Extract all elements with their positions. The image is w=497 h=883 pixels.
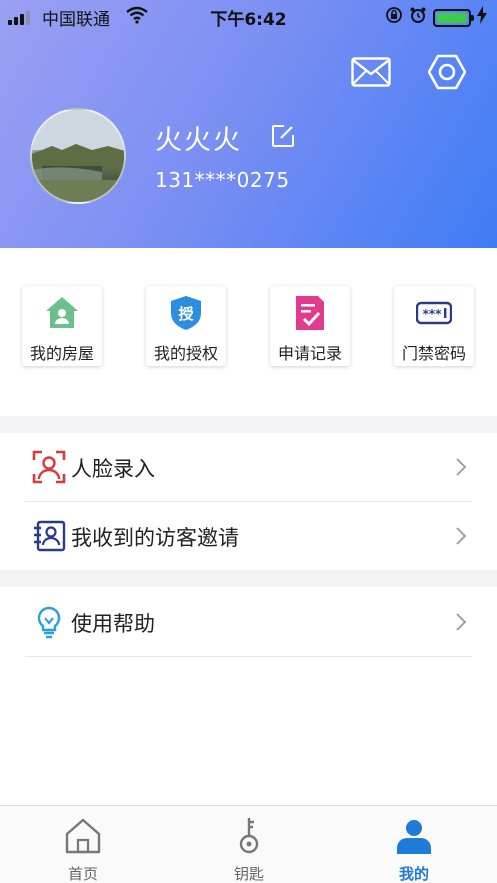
quick-action-label: 我的房屋 xyxy=(29,344,94,363)
face-scan-icon xyxy=(32,450,66,484)
settings-gear-icon[interactable] xyxy=(425,52,469,92)
quick-action-label: 我的授权 xyxy=(153,344,218,363)
visitor-invite-icon xyxy=(32,519,66,553)
alarm-icon xyxy=(409,6,427,29)
section-divider xyxy=(0,570,497,587)
svg-text:授: 授 xyxy=(178,305,194,323)
authorize-shield-icon: 授 xyxy=(168,295,204,331)
quick-action-my-authorization[interactable]: 授 我的授权 xyxy=(146,286,226,366)
avatar[interactable] xyxy=(30,108,126,204)
tab-home[interactable]: 首页 xyxy=(0,806,166,883)
quick-action-label: 门禁密码 xyxy=(401,344,466,363)
quick-action-access-password[interactable]: *** 门禁密码 xyxy=(394,286,474,366)
menu-item-label: 我收到的访客邀请 xyxy=(71,526,239,550)
chevron-right-icon xyxy=(455,526,467,546)
menu-item-help[interactable]: 使用帮助 xyxy=(0,588,497,656)
tab-label: 首页 xyxy=(67,865,98,883)
house-user-icon xyxy=(44,295,80,331)
lightbulb-help-icon xyxy=(32,605,66,639)
menu-item-visitor-invitations[interactable]: 我收到的访客邀请 xyxy=(0,502,497,570)
chevron-right-icon xyxy=(455,457,467,477)
section-divider xyxy=(0,416,497,433)
chevron-right-icon xyxy=(455,612,467,632)
charging-bolt-icon xyxy=(477,6,487,29)
home-icon xyxy=(62,816,104,856)
tab-me[interactable]: 我的 xyxy=(331,806,497,883)
quick-action-application-records[interactable]: 申请记录 xyxy=(270,286,350,366)
edit-icon[interactable] xyxy=(271,124,295,148)
message-envelope-icon[interactable] xyxy=(349,52,393,92)
battery-icon xyxy=(433,8,474,27)
user-icon xyxy=(393,816,435,856)
tab-label: 钥匙 xyxy=(233,865,264,883)
user-phone: 131****0275 xyxy=(155,168,290,192)
quick-actions: 我的房屋 授 我的授权 申请记录 *** 门禁密码 xyxy=(0,286,497,368)
divider xyxy=(25,656,472,657)
profile-header: 中国联通 下午6:42 火火火 131****0275 xyxy=(0,0,497,248)
bottom-tab-bar: 首页 钥匙 我的 xyxy=(0,805,497,883)
quick-action-my-house[interactable]: 我的房屋 xyxy=(22,286,102,366)
password-keypad-icon: *** xyxy=(415,295,453,331)
application-record-icon xyxy=(292,295,328,331)
orientation-lock-icon xyxy=(385,6,403,29)
status-bar: 中国联通 下午6:42 xyxy=(0,0,497,32)
key-icon xyxy=(228,816,270,856)
quick-action-label: 申请记录 xyxy=(277,344,342,363)
tab-keys[interactable]: 钥匙 xyxy=(166,806,332,883)
user-name: 火火火 xyxy=(155,125,242,156)
menu-item-label: 人脸录入 xyxy=(71,457,155,481)
tab-label: 我的 xyxy=(398,865,429,883)
svg-text:***: *** xyxy=(423,307,443,321)
menu-item-label: 使用帮助 xyxy=(71,612,155,636)
menu-item-face-entry[interactable]: 人脸录入 xyxy=(0,433,497,501)
